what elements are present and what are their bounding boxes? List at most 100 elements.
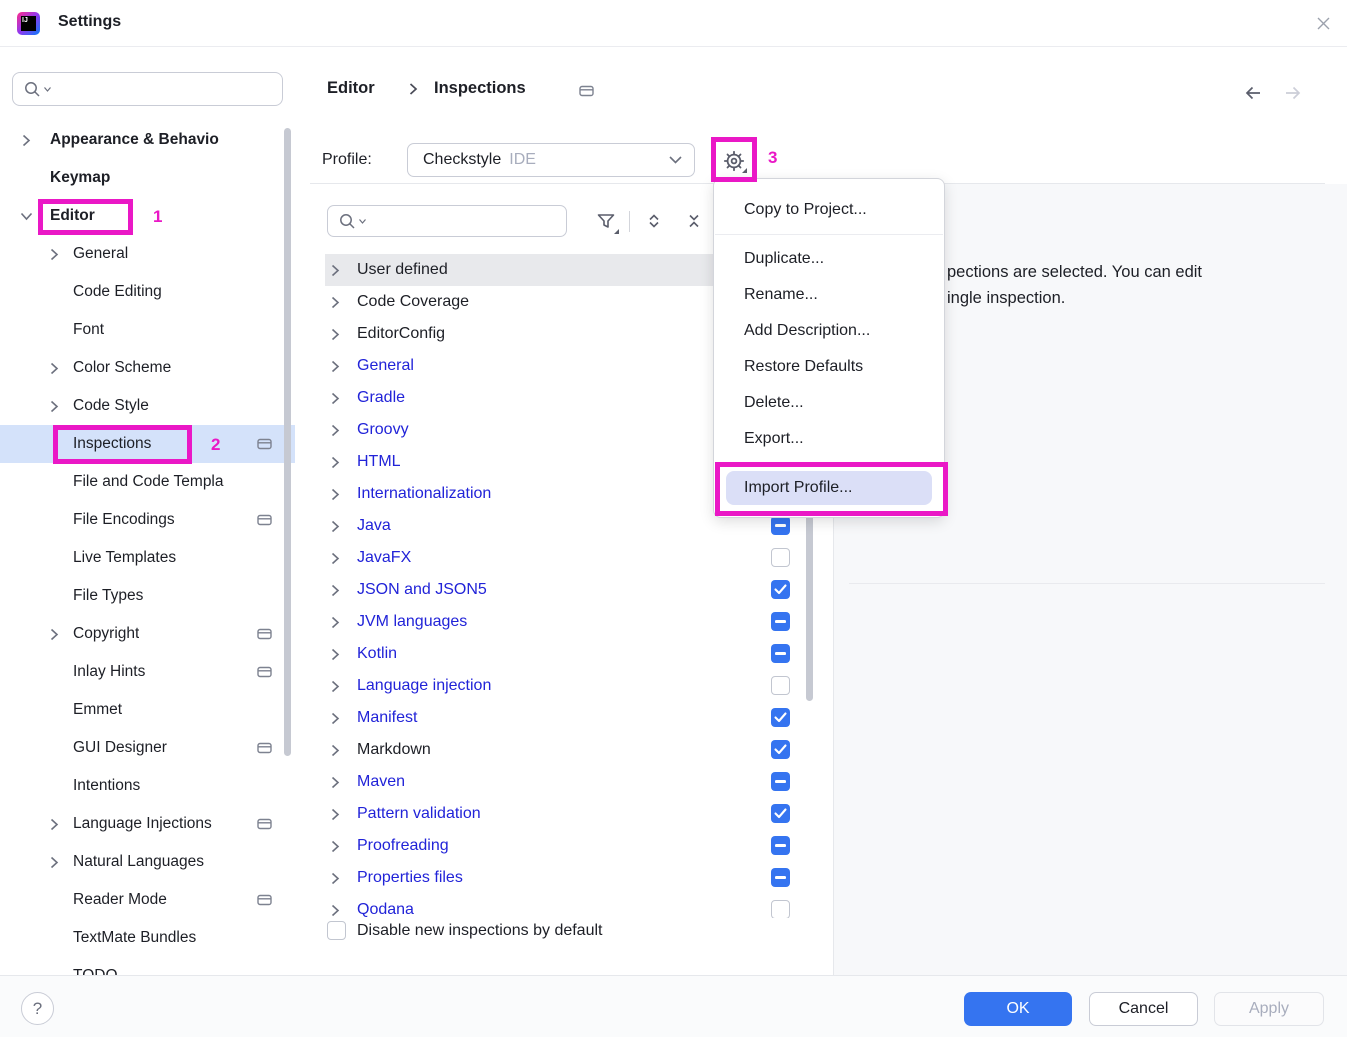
sidebar-item-inspections[interactable]: Inspections xyxy=(0,425,295,463)
chevron-collapsed-icon[interactable] xyxy=(331,328,340,341)
sidebar-item-gui-designer[interactable]: GUI Designer xyxy=(0,729,295,767)
sidebar-item-natural-languages[interactable]: Natural Languages xyxy=(0,843,295,881)
chevron-collapsed-icon[interactable] xyxy=(331,776,340,789)
inspection-group-manifest[interactable]: Manifest xyxy=(310,702,813,734)
sidebar-item-emmet[interactable]: Emmet xyxy=(0,691,295,729)
menu-item-import-profile[interactable]: Import Profile... xyxy=(726,471,932,505)
inspection-checkbox-checked[interactable] xyxy=(771,708,790,727)
chevron-collapsed-icon[interactable] xyxy=(331,264,340,277)
inspection-checkbox-checked[interactable] xyxy=(771,580,790,599)
chevron-collapsed-icon[interactable] xyxy=(50,248,62,261)
inspection-checkbox-unchecked[interactable] xyxy=(771,900,790,918)
sidebar-item-code-editing[interactable]: Code Editing xyxy=(0,273,295,311)
chevron-expanded-icon[interactable] xyxy=(22,210,34,223)
sidebar-item-inlay-hints[interactable]: Inlay Hints xyxy=(0,653,295,691)
sidebar-item-intentions[interactable]: Intentions xyxy=(0,767,295,805)
chevron-collapsed-icon[interactable] xyxy=(331,584,340,597)
chevron-collapsed-icon[interactable] xyxy=(50,628,62,641)
chevron-collapsed-icon[interactable] xyxy=(50,856,62,869)
inspection-group-jvm-languages[interactable]: JVM languages xyxy=(310,606,813,638)
menu-item-copy-to-project[interactable]: Copy to Project... xyxy=(714,192,944,228)
inspection-group-markdown[interactable]: Markdown xyxy=(310,734,813,766)
chevron-collapsed-icon[interactable] xyxy=(331,680,340,693)
expand-all-icon[interactable] xyxy=(640,207,668,235)
menu-item-export[interactable]: Export... xyxy=(714,421,944,457)
chevron-collapsed-icon[interactable] xyxy=(331,424,340,437)
inspection-checkbox-indeterminate[interactable] xyxy=(771,868,790,887)
inspection-group-language-injection[interactable]: Language injection xyxy=(310,670,813,702)
collapse-all-icon[interactable] xyxy=(680,207,708,235)
chevron-collapsed-icon[interactable] xyxy=(331,648,340,661)
back-arrow-icon[interactable] xyxy=(1242,82,1264,104)
sidebar-item-todo[interactable]: TODO xyxy=(0,957,295,975)
inspection-checkbox-checked[interactable] xyxy=(771,740,790,759)
sidebar-item-color-scheme[interactable]: Color Scheme xyxy=(0,349,295,387)
sidebar-item-file-types[interactable]: File Types xyxy=(0,577,295,615)
sidebar-item-file-encodings[interactable]: File Encodings xyxy=(0,501,295,539)
close-icon[interactable] xyxy=(1308,8,1338,38)
chevron-collapsed-icon[interactable] xyxy=(331,744,340,757)
inspection-group-properties-files[interactable]: Properties files xyxy=(310,862,813,894)
sidebar-item-general[interactable]: General xyxy=(0,235,295,273)
sidebar-item-live-templates[interactable]: Live Templates xyxy=(0,539,295,577)
chevron-collapsed-icon[interactable] xyxy=(331,872,340,885)
sidebar-item-file-and-code-templa[interactable]: File and Code Templa xyxy=(0,463,295,501)
inspection-checkbox-unchecked[interactable] xyxy=(771,676,790,695)
chevron-collapsed-icon[interactable] xyxy=(50,818,62,831)
breadcrumb-editor[interactable]: Editor xyxy=(327,79,375,98)
inspection-group-kotlin[interactable]: Kotlin xyxy=(310,638,813,670)
inspection-group-javafx[interactable]: JavaFX xyxy=(310,542,813,574)
apply-button[interactable]: Apply xyxy=(1214,992,1324,1026)
inspection-checkbox-indeterminate[interactable] xyxy=(771,516,790,535)
sidebar-item-keymap[interactable]: Keymap xyxy=(0,159,295,197)
profile-actions-gear-icon[interactable] xyxy=(718,145,750,177)
chevron-collapsed-icon[interactable] xyxy=(50,400,62,413)
chevron-collapsed-icon[interactable] xyxy=(331,392,340,405)
sidebar-item-appearance-behavio[interactable]: Appearance & Behavio xyxy=(0,121,295,159)
chevron-collapsed-icon[interactable] xyxy=(331,840,340,853)
breadcrumb-inspections[interactable]: Inspections xyxy=(434,79,526,98)
ok-button[interactable]: OK xyxy=(964,992,1072,1026)
forward-arrow-icon[interactable] xyxy=(1282,82,1304,104)
chevron-collapsed-icon[interactable] xyxy=(331,488,340,501)
inspection-group-pattern-validation[interactable]: Pattern validation xyxy=(310,798,813,830)
chevron-collapsed-icon[interactable] xyxy=(331,360,340,373)
inspection-checkbox-unchecked[interactable] xyxy=(771,548,790,567)
inspection-checkbox-indeterminate[interactable] xyxy=(771,644,790,663)
sidebar-scrollbar[interactable] xyxy=(284,128,291,756)
sidebar-item-reader-mode[interactable]: Reader Mode xyxy=(0,881,295,919)
chevron-collapsed-icon[interactable] xyxy=(331,456,340,469)
disable-new-inspections-checkbox[interactable] xyxy=(327,921,346,940)
help-button[interactable]: ? xyxy=(21,992,54,1025)
menu-item-duplicate[interactable]: Duplicate... xyxy=(714,241,944,277)
chevron-collapsed-icon[interactable] xyxy=(331,808,340,821)
sidebar-item-textmate-bundles[interactable]: TextMate Bundles xyxy=(0,919,295,957)
inspections-scrollbar[interactable] xyxy=(806,505,813,701)
sidebar-item-language-injections[interactable]: Language Injections xyxy=(0,805,295,843)
inspection-checkbox-indeterminate[interactable] xyxy=(771,836,790,855)
cancel-button[interactable]: Cancel xyxy=(1089,992,1198,1026)
inspection-checkbox-checked[interactable] xyxy=(771,804,790,823)
filter-icon[interactable] xyxy=(592,207,620,235)
inspection-checkbox-indeterminate[interactable] xyxy=(771,612,790,631)
inspection-group-proofreading[interactable]: Proofreading xyxy=(310,830,813,862)
chevron-collapsed-icon[interactable] xyxy=(331,552,340,565)
inspection-checkbox-indeterminate[interactable] xyxy=(771,772,790,791)
chevron-collapsed-icon[interactable] xyxy=(331,616,340,629)
inspection-group-maven[interactable]: Maven xyxy=(310,766,813,798)
chevron-collapsed-icon[interactable] xyxy=(331,712,340,725)
inspection-group-qodana[interactable]: Qodana xyxy=(310,894,813,918)
chevron-collapsed-icon[interactable] xyxy=(331,520,340,533)
menu-item-rename[interactable]: Rename... xyxy=(714,277,944,313)
chevron-collapsed-icon[interactable] xyxy=(331,296,340,309)
inspection-group-json-and-json5[interactable]: JSON and JSON5 xyxy=(310,574,813,606)
inspections-search-input[interactable] xyxy=(327,205,567,237)
sidebar-item-copyright[interactable]: Copyright xyxy=(0,615,295,653)
chevron-collapsed-icon[interactable] xyxy=(50,362,62,375)
sidebar-item-editor[interactable]: Editor xyxy=(0,197,295,235)
menu-item-add-description[interactable]: Add Description... xyxy=(714,313,944,349)
settings-search-input[interactable] xyxy=(12,72,283,106)
menu-item-delete[interactable]: Delete... xyxy=(714,385,944,421)
chevron-collapsed-icon[interactable] xyxy=(22,134,34,147)
chevron-collapsed-icon[interactable] xyxy=(331,904,340,917)
